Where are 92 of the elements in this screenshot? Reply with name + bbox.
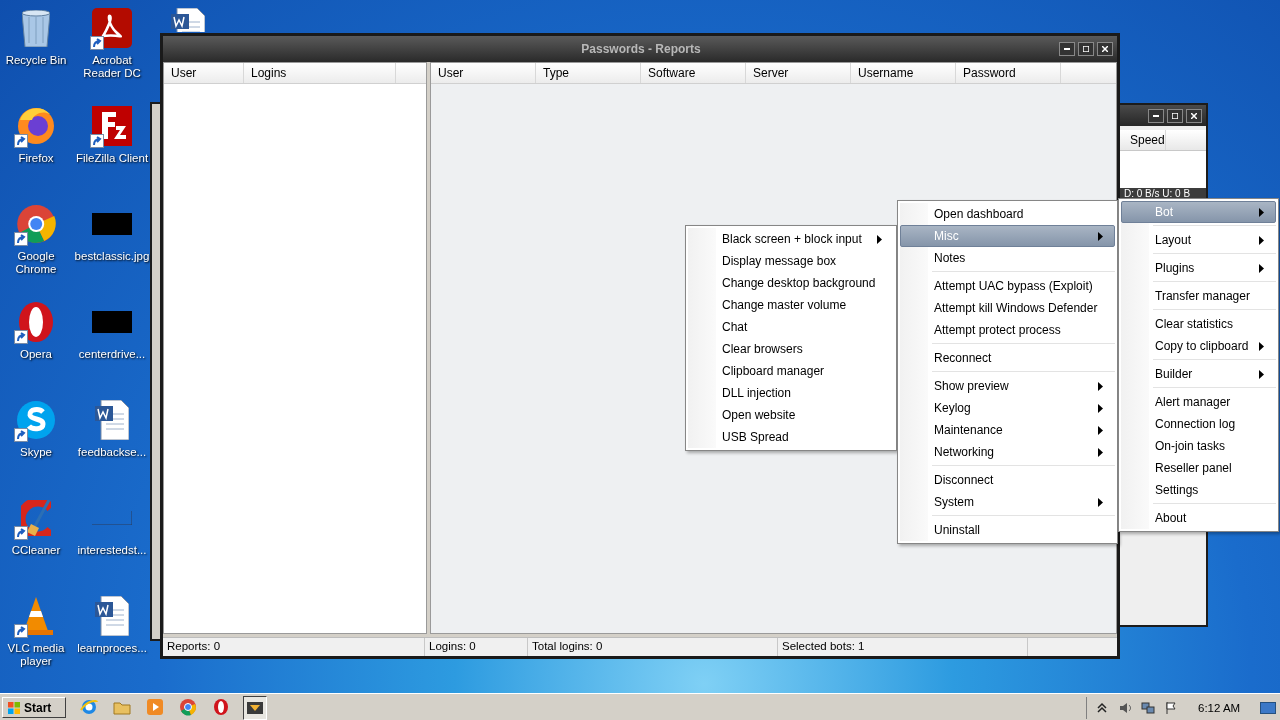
menu-item[interactable]: Reconnect bbox=[900, 347, 1115, 369]
internet-explorer-icon[interactable] bbox=[80, 697, 98, 716]
close-button[interactable] bbox=[1097, 42, 1113, 56]
opera-icon bbox=[19, 302, 53, 342]
opera-icon[interactable] bbox=[212, 697, 230, 716]
menu-item[interactable]: Clipboard manager bbox=[688, 360, 894, 382]
icon-label[interactable]: Firefox bbox=[18, 152, 54, 165]
chrome-icon[interactable] bbox=[179, 697, 197, 716]
status-text: Total logins: 0 bbox=[528, 638, 778, 656]
menu-item[interactable]: Settings bbox=[1121, 479, 1276, 501]
menu-item[interactable]: Notes bbox=[900, 247, 1115, 269]
minimize-icon bbox=[1153, 114, 1159, 117]
menu-item[interactable]: Builder bbox=[1121, 363, 1276, 385]
menu-item[interactable]: Attempt UAC bypass (Exploit) bbox=[900, 275, 1115, 297]
filezilla-icon bbox=[92, 106, 132, 146]
menu-item[interactable]: Display message box bbox=[688, 250, 894, 272]
menu-item[interactable]: Chat bbox=[688, 316, 894, 338]
flag-icon[interactable] bbox=[1164, 700, 1178, 715]
menu-item[interactable]: Layout bbox=[1121, 229, 1276, 251]
menu-item[interactable]: Show preview bbox=[900, 375, 1115, 397]
column-header[interactable]: Username bbox=[851, 63, 956, 83]
menu-item[interactable]: Alert manager bbox=[1121, 391, 1276, 413]
minimize-icon bbox=[1064, 48, 1070, 50]
icon-label[interactable]: Skype bbox=[20, 446, 52, 459]
clock[interactable]: 6:12 AM bbox=[1198, 701, 1246, 714]
icon-label[interactable]: Opera bbox=[20, 348, 52, 361]
menu-item[interactable]: Change desktop background bbox=[688, 272, 894, 294]
start-button[interactable]: Start bbox=[2, 697, 66, 718]
firefox-icon bbox=[18, 108, 54, 144]
menu-item[interactable]: Clear statistics bbox=[1121, 313, 1276, 335]
menu-item[interactable]: Plugins bbox=[1121, 257, 1276, 279]
icon-label[interactable]: learnproces... bbox=[77, 642, 147, 655]
status-text: Reports: 0 bbox=[163, 638, 425, 656]
column-header[interactable]: User bbox=[431, 63, 536, 83]
icon-label[interactable]: FileZilla Client bbox=[75, 152, 149, 165]
icon-label[interactable]: CCleaner bbox=[11, 544, 61, 557]
column-header[interactable]: Server bbox=[746, 63, 851, 83]
minimize-button[interactable] bbox=[1059, 42, 1075, 56]
menu-item[interactable]: Networking bbox=[900, 441, 1115, 463]
close-button[interactable] bbox=[1186, 108, 1202, 123]
windows-logo-icon bbox=[7, 700, 21, 715]
maximize-icon bbox=[1083, 46, 1089, 52]
window-title: Passwords - Reports bbox=[580, 42, 702, 56]
menu-item[interactable]: Open dashboard bbox=[900, 203, 1115, 225]
menu-item[interactable]: Clear browsers bbox=[688, 338, 894, 360]
menu-item[interactable]: Attempt protect process bbox=[900, 319, 1115, 341]
icon-label[interactable]: bestclassic.jpg bbox=[74, 250, 150, 263]
menu-item[interactable]: Uninstall bbox=[900, 519, 1115, 541]
menu-item[interactable]: Connection log bbox=[1121, 413, 1276, 435]
skype-icon bbox=[17, 401, 55, 439]
icon-label[interactable]: centerdrive... bbox=[78, 348, 146, 361]
up-arrow-icon[interactable] bbox=[1095, 700, 1109, 715]
menu-item[interactable]: Disconnect bbox=[900, 469, 1115, 491]
menu-item[interactable]: DLL injection bbox=[688, 382, 894, 404]
menu-item[interactable]: Maintenance bbox=[900, 419, 1115, 441]
status-text: Selected bots: 1 bbox=[778, 638, 1028, 656]
minimize-button[interactable] bbox=[1148, 108, 1164, 123]
column-header[interactable]: Password bbox=[956, 63, 1061, 83]
column-header[interactable]: Type bbox=[536, 63, 641, 83]
menu-item[interactable]: Black screen + block input bbox=[688, 228, 894, 250]
desktop-icon bbox=[1260, 701, 1276, 714]
icon-label[interactable]: Acrobat Reader DC bbox=[74, 54, 150, 80]
menu-item[interactable]: USB Spread bbox=[688, 426, 894, 448]
maximize-icon bbox=[1172, 112, 1178, 119]
menu-item[interactable]: About bbox=[1121, 507, 1276, 529]
menu-item[interactable]: Change master volume bbox=[688, 294, 894, 316]
maximize-button[interactable] bbox=[1078, 42, 1094, 56]
menu-item[interactable]: Reseller panel bbox=[1121, 457, 1276, 479]
menu-item[interactable]: Copy to clipboard bbox=[1121, 335, 1276, 357]
menu-item[interactable]: Keylog bbox=[900, 397, 1115, 419]
column-header[interactable]: User bbox=[164, 63, 244, 83]
icon-label[interactable]: VLC media player bbox=[0, 642, 74, 668]
menu-item[interactable]: Transfer manager bbox=[1121, 285, 1276, 307]
icon-label[interactable]: feedbackse... bbox=[77, 446, 147, 459]
status-text: Logins: 0 bbox=[425, 638, 528, 656]
column-header[interactable]: Logins bbox=[244, 63, 396, 83]
menu-item[interactable]: Attempt kill Windows Defender bbox=[900, 297, 1115, 319]
pdf-icon bbox=[92, 8, 132, 48]
icon-label[interactable]: Recycle Bin bbox=[5, 54, 67, 67]
ccleaner-icon bbox=[21, 500, 51, 536]
menu-item[interactable]: Open website bbox=[688, 404, 894, 426]
menu-item[interactable]: System bbox=[900, 491, 1115, 513]
close-icon bbox=[1102, 46, 1108, 52]
menu-item[interactable]: On-join tasks bbox=[1121, 435, 1276, 457]
close-icon bbox=[1191, 112, 1197, 119]
chrome-icon bbox=[16, 205, 56, 243]
column-header[interactable]: Software bbox=[641, 63, 746, 83]
speaker-icon[interactable] bbox=[1118, 700, 1132, 715]
icon-label[interactable]: Google Chrome bbox=[0, 250, 74, 276]
maximize-button[interactable] bbox=[1167, 108, 1183, 123]
network-icon[interactable] bbox=[1141, 700, 1155, 715]
icon-label[interactable]: interestedst... bbox=[77, 544, 147, 557]
